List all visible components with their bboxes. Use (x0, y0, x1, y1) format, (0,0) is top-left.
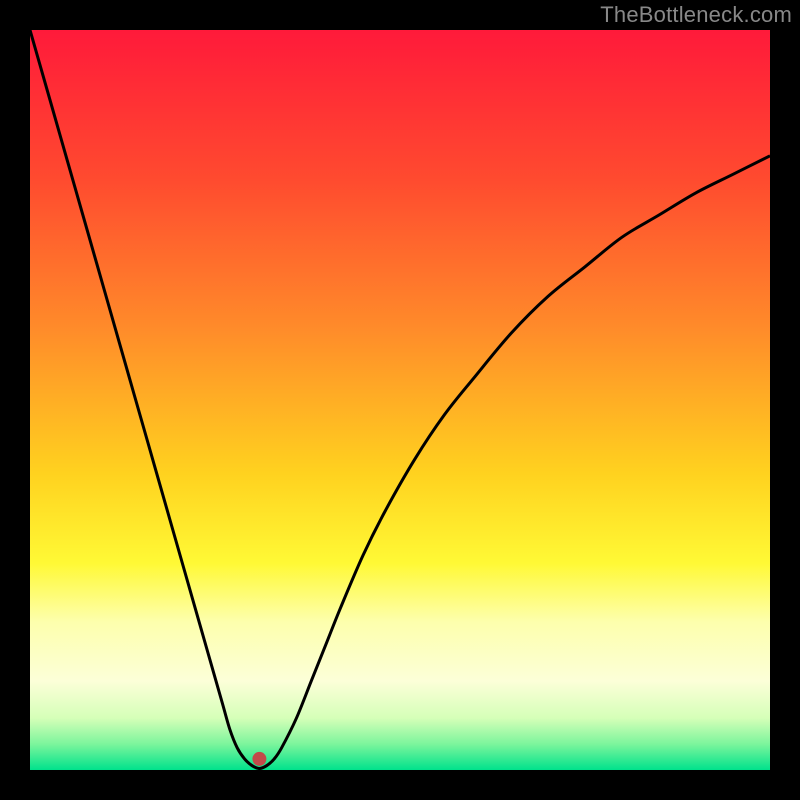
chart-frame: TheBottleneck.com (0, 0, 800, 800)
plot-area (30, 30, 770, 770)
watermark-text: TheBottleneck.com (600, 2, 792, 28)
minimum-marker (252, 752, 266, 766)
curve-layer (30, 30, 770, 770)
bottleneck-curve (30, 30, 770, 769)
